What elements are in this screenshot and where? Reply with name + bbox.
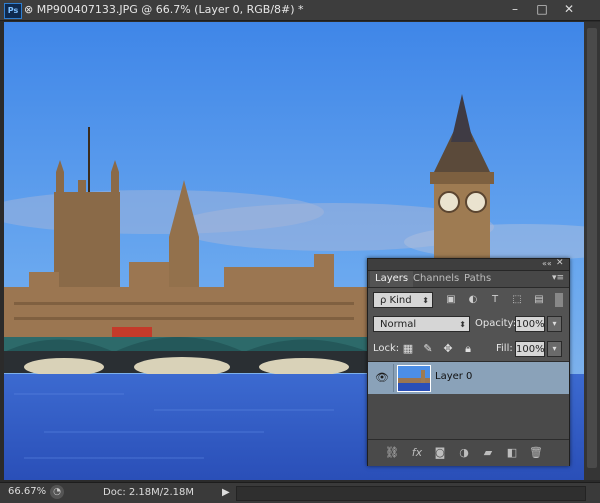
collapse-panel-icon[interactable]: «« (542, 259, 552, 268)
opacity-slider-button[interactable]: ▾ (547, 316, 562, 332)
tab-paths[interactable]: Paths (459, 271, 496, 287)
document-size: Doc: 2.18M/2.18M (103, 487, 195, 498)
new-layer-icon[interactable]: ◧ (504, 445, 520, 461)
lock-image-pixels-icon[interactable]: ✎ (421, 342, 435, 356)
layer-row[interactable]: 👁︎ Layer 0 (368, 362, 569, 394)
layers-panel: «« ✕ Layers Channels Paths ▾≡ ρ Kind ⬍ ▣… (367, 258, 570, 466)
filter-row: ρ Kind ⬍ ▣ ◐ T ⬚ ▤ (368, 289, 569, 311)
zoom-level[interactable]: 66.67% (8, 486, 46, 497)
smart-object-filter-icon[interactable]: ▤ (532, 293, 546, 307)
photoshop-logo-icon: Ps (4, 3, 22, 19)
layer-name[interactable]: Layer 0 (435, 371, 472, 382)
new-group-icon[interactable]: ▰ (480, 445, 496, 461)
lock-row: Lock: ▦ ✎ ✥ 🔒︎ Fill: 100% ▾ (368, 338, 569, 360)
panel-tabs: Layers Channels Paths ▾≡ (368, 271, 569, 288)
fill-field[interactable]: 100% (515, 341, 545, 357)
lock-transparent-pixels-icon[interactable]: ▦ (401, 342, 415, 356)
minimize-button[interactable]: – (506, 2, 524, 17)
chevron-updown-icon: ⬍ (422, 296, 429, 305)
blend-row: Normal ⬍ Opacity: 100% ▾ (368, 313, 569, 335)
layer-thumbnail (397, 365, 431, 392)
link-layers-icon[interactable]: ⛓︎ (384, 445, 400, 461)
layers-panel-footer: ⛓︎ fx ◙ ◑ ▰ ◧ 🗑︎ (368, 439, 569, 466)
fill-slider-button[interactable]: ▾ (547, 341, 562, 357)
kind-filter-dropdown[interactable]: ρ Kind ⬍ (373, 292, 433, 308)
maximize-button[interactable]: □ (533, 2, 551, 17)
divider (393, 364, 394, 392)
document-title: ⊗ MP900407133.JPG @ 66.7% (Layer 0, RGB/… (24, 3, 304, 16)
shape-filter-icon[interactable]: ⬚ (510, 293, 524, 307)
add-mask-icon[interactable]: ◙ (432, 445, 448, 461)
new-adjustment-icon[interactable]: ◑ (456, 445, 472, 461)
vertical-scrollbar[interactable] (584, 22, 600, 480)
status-bar: 66.67% ◔ Doc: 2.18M/2.18M ▶ (0, 482, 600, 503)
close-button[interactable]: ✕ (560, 2, 578, 17)
close-document-icon[interactable]: ⊗ (24, 3, 37, 16)
horizontal-scrollbar[interactable] (236, 486, 586, 501)
image-filter-icon[interactable]: ▣ (444, 293, 458, 307)
status-menu-arrow-icon[interactable]: ▶ (222, 487, 230, 498)
delete-layer-icon[interactable]: 🗑︎ (528, 445, 544, 461)
lock-label: Lock: (373, 343, 400, 354)
chevron-updown-icon: ⬍ (459, 320, 466, 329)
opacity-label: Opacity: (475, 318, 517, 329)
close-panel-icon[interactable]: ✕ (556, 258, 564, 268)
lock-all-icon[interactable]: 🔒︎ (461, 342, 475, 356)
document-title-text: MP900407133.JPG @ 66.7% (Layer 0, RGB/8#… (36, 3, 304, 16)
panel-header[interactable]: «« ✕ (368, 258, 569, 271)
layers-list: 👁︎ Layer 0 (368, 361, 569, 440)
status-info-icon[interactable]: ◔ (50, 485, 64, 499)
fx-icon[interactable]: fx (409, 445, 425, 461)
adjustment-filter-icon[interactable]: ◐ (466, 293, 480, 307)
lock-position-icon[interactable]: ✥ (441, 342, 455, 356)
tab-layers[interactable]: Layers (370, 271, 414, 287)
kind-filter-label: ρ Kind (380, 295, 412, 306)
document-title-bar: Ps ⊗ MP900407133.JPG @ 66.7% (Layer 0, R… (0, 0, 600, 21)
vertical-scroll-thumb[interactable] (587, 28, 597, 468)
visibility-eye-icon[interactable]: 👁︎ (374, 371, 390, 385)
blend-mode-value: Normal (380, 319, 417, 330)
filter-toggle[interactable] (555, 293, 563, 307)
blend-mode-dropdown[interactable]: Normal ⬍ (373, 316, 470, 332)
tab-channels[interactable]: Channels (408, 271, 464, 287)
opacity-field[interactable]: 100% (515, 316, 545, 332)
type-filter-icon[interactable]: T (488, 293, 502, 307)
panel-menu-icon[interactable]: ▾≡ (552, 273, 564, 283)
fill-label: Fill: (496, 343, 513, 354)
